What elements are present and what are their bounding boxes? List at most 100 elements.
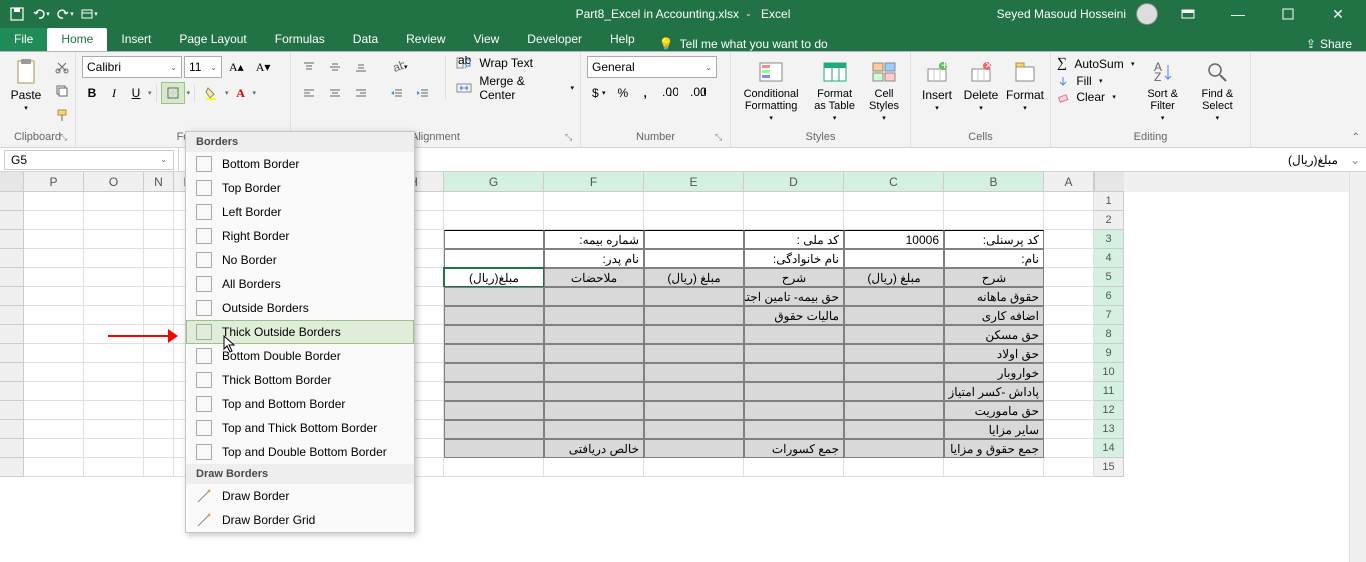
row-number[interactable]: 12 [1094, 401, 1124, 420]
cell-A1[interactable] [1044, 192, 1094, 211]
align-right-icon[interactable] [349, 82, 373, 104]
row-number[interactable]: 6 [1094, 287, 1124, 306]
border-menu-outside-borders[interactable]: Outside Borders [186, 296, 414, 320]
collapse-ribbon-icon[interactable]: ⌃ [1352, 132, 1360, 143]
cell-P4[interactable] [24, 249, 84, 268]
border-menu-left-border[interactable]: Left Border [186, 200, 414, 224]
border-menu-no-border[interactable]: No Border [186, 248, 414, 272]
align-bottom-icon[interactable] [349, 56, 373, 78]
cell-C12[interactable] [844, 401, 944, 420]
cell-A5[interactable] [1044, 268, 1094, 287]
cell-A8[interactable] [1044, 325, 1094, 344]
cell-D7[interactable]: مالیات حقوق [744, 306, 844, 325]
row-header[interactable] [0, 439, 24, 458]
tab-developer[interactable]: Developer [513, 28, 596, 51]
row-header[interactable] [0, 306, 24, 325]
cell-A3[interactable] [1044, 230, 1094, 249]
bold-button[interactable]: B [82, 82, 102, 104]
cell-F8[interactable] [544, 325, 644, 344]
cell-P5[interactable] [24, 268, 84, 287]
name-box[interactable]: G5⌄ [4, 150, 174, 170]
wrap-text-button[interactable]: ab Wrap Text [456, 56, 574, 70]
tab-file[interactable]: File [0, 28, 47, 51]
borders-button[interactable] [161, 82, 185, 104]
cell-B5[interactable]: شرح [944, 268, 1044, 287]
orientation-icon[interactable]: ab▾ [385, 56, 413, 78]
col-header-E[interactable]: E [644, 172, 744, 192]
cell-P11[interactable] [24, 382, 84, 401]
col-header-P[interactable]: P [24, 172, 84, 192]
insert-cells-button[interactable]: +Insert▾ [917, 56, 957, 114]
border-menu-bottom-border[interactable]: Bottom Border [186, 152, 414, 176]
cell-B1[interactable] [944, 192, 1044, 211]
cell-A11[interactable] [1044, 382, 1094, 401]
cell-G10[interactable] [444, 363, 544, 382]
cell-O1[interactable] [84, 192, 144, 211]
cell-D6[interactable]: حق بیمه- تامین اجتماعی [744, 287, 844, 306]
decrease-indent-icon[interactable] [385, 82, 409, 104]
cell-G7[interactable] [444, 306, 544, 325]
cell-G2[interactable] [444, 211, 544, 230]
alignment-launcher-icon[interactable]: ⤡ [565, 132, 577, 144]
row-number[interactable]: 15 [1094, 458, 1124, 477]
cell-C11[interactable] [844, 382, 944, 401]
copy-button[interactable] [50, 80, 74, 102]
cell-C13[interactable] [844, 420, 944, 439]
cell-D5[interactable]: شرح [744, 268, 844, 287]
border-menu-all-borders[interactable]: All Borders [186, 272, 414, 296]
border-menu-bottom-double-border[interactable]: Bottom Double Border [186, 344, 414, 368]
cell-G15[interactable] [444, 458, 544, 477]
increase-decimal-icon[interactable]: .0.00 [657, 82, 683, 104]
vertical-scrollbar[interactable] [1349, 172, 1366, 562]
align-middle-icon[interactable] [323, 56, 347, 78]
accounting-format-icon[interactable]: $ ▾ [587, 82, 611, 104]
row-number[interactable]: 2 [1094, 211, 1124, 230]
cell-C14[interactable] [844, 439, 944, 458]
cell-E13[interactable] [644, 420, 744, 439]
expand-formula-icon[interactable]: ⌄ [1344, 153, 1366, 167]
redo-icon[interactable]: ▾ [56, 5, 74, 23]
cell-G13[interactable] [444, 420, 544, 439]
format-cells-button[interactable]: Format▾ [1005, 56, 1045, 114]
cell-B15[interactable] [944, 458, 1044, 477]
col-header-O[interactable]: O [84, 172, 144, 192]
cell-O7[interactable] [84, 306, 144, 325]
border-menu-thick-outside-borders[interactable]: Thick Outside Borders [186, 320, 414, 344]
cell-E7[interactable] [644, 306, 744, 325]
cell-P2[interactable] [24, 211, 84, 230]
cell-N9[interactable] [144, 344, 174, 363]
cell-A6[interactable] [1044, 287, 1094, 306]
cell-D15[interactable] [744, 458, 844, 477]
cell-F13[interactable] [544, 420, 644, 439]
comma-icon[interactable]: , [635, 82, 655, 104]
tab-page-layout[interactable]: Page Layout [165, 28, 260, 51]
cell-C5[interactable]: مبلغ (ریال) [844, 268, 944, 287]
row-number[interactable]: 14 [1094, 439, 1124, 458]
conditional-formatting-button[interactable]: Conditional Formatting▾ [737, 56, 805, 124]
undo-icon[interactable]: ▾ [32, 5, 50, 23]
cell-N8[interactable] [144, 325, 174, 344]
draw-menu-draw-border[interactable]: Draw Border [186, 484, 414, 508]
border-menu-top-border[interactable]: Top Border [186, 176, 414, 200]
cell-D12[interactable] [744, 401, 844, 420]
maximize-icon[interactable] [1268, 0, 1308, 28]
cell-P15[interactable] [24, 458, 84, 477]
cell-P9[interactable] [24, 344, 84, 363]
cell-A4[interactable] [1044, 249, 1094, 268]
cell-P7[interactable] [24, 306, 84, 325]
cell-A2[interactable] [1044, 211, 1094, 230]
row-header[interactable] [0, 268, 24, 287]
cell-B8[interactable]: حق مسکن [944, 325, 1044, 344]
cell-F6[interactable] [544, 287, 644, 306]
cell-N4[interactable] [144, 249, 174, 268]
border-menu-right-border[interactable]: Right Border [186, 224, 414, 248]
cell-A9[interactable] [1044, 344, 1094, 363]
cell-B14[interactable]: جمع حقوق و مزایا [944, 439, 1044, 458]
row-header[interactable] [0, 344, 24, 363]
row-number[interactable]: 13 [1094, 420, 1124, 439]
cell-E12[interactable] [644, 401, 744, 420]
cell-E4[interactable] [644, 249, 744, 268]
draw-menu-draw-border-grid[interactable]: Draw Border Grid [186, 508, 414, 532]
cell-B12[interactable]: حق ماموریت [944, 401, 1044, 420]
row-number[interactable]: 8 [1094, 325, 1124, 344]
